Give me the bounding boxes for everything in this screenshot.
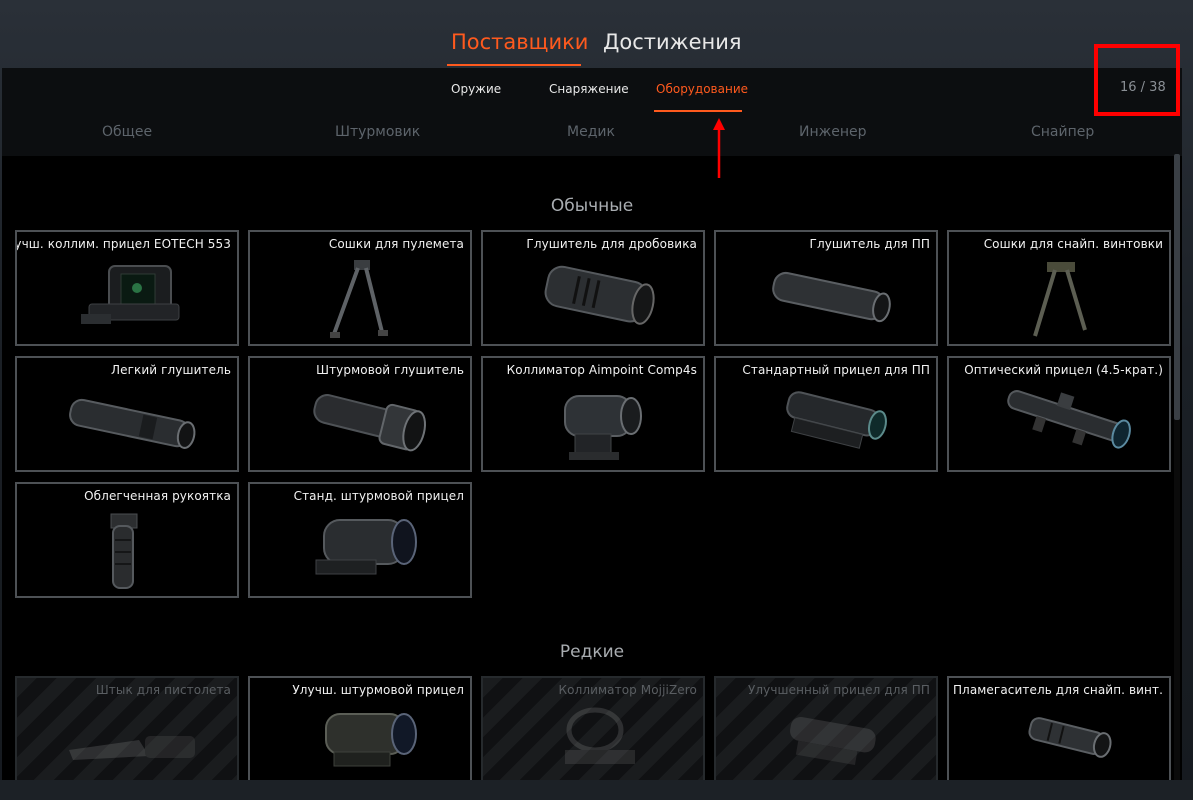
item-card-locked[interactable]: Штык для пистолета (15, 676, 239, 780)
item-card-locked[interactable]: Коллиматор MojjiZero (481, 676, 705, 780)
sub-navigation: Оружие Снаряжение Оборудование Общее Шту… (2, 68, 1182, 156)
item-label: Улучш. штурмовой прицел (292, 683, 464, 697)
bayonet-icon (69, 736, 195, 760)
item-label: Пламегаситель для снайп. винт. (952, 683, 1163, 697)
class-tab-rifleman[interactable]: Штурмовик (335, 124, 420, 140)
item-label: Стандартный прицел для ПП (742, 363, 930, 377)
red-dot-sight-icon (564, 395, 642, 460)
item-label: Станд. штурмовой прицел (293, 489, 464, 503)
item-label: Глушитель для дробовика (526, 237, 697, 251)
item-card[interactable]: Коллиматор Aimpoint Comp4s (481, 356, 705, 472)
item-card[interactable]: Улучш. коллим. прицел EOTECH 553 (15, 230, 239, 346)
item-label: Сошки для снайп. винтовки (983, 237, 1163, 251)
item-card[interactable]: Станд. штурмовой прицел (248, 482, 472, 598)
item-label: Глушитель для ПП (809, 237, 930, 251)
item-label: Штурмовой глушитель (316, 363, 464, 377)
subtab-gear[interactable]: Снаряжение (549, 82, 629, 96)
smg-scope-icon (786, 391, 887, 449)
annotation-arrow-icon (713, 118, 725, 178)
foregrip-icon (110, 513, 138, 589)
item-label: Оптический прицел (4.5-крат.) (964, 363, 1163, 377)
item-card[interactable]: Легкий глушитель (15, 356, 239, 472)
flash-hider-icon (1028, 717, 1112, 758)
tab-achievements[interactable]: Достижения (603, 28, 742, 56)
holo-sight-icon (81, 265, 180, 324)
item-card[interactable]: Оптический прицел (4.5-крат.) (947, 356, 1171, 472)
item-card-locked[interactable]: Улучшенный прицел для ПП (714, 676, 938, 780)
item-card[interactable]: Сошки для пулемета (248, 230, 472, 346)
item-card[interactable]: Штурмовой глушитель (248, 356, 472, 472)
class-tab-engineer[interactable]: Инженер (799, 124, 867, 140)
item-label: Улучшенный прицел для ПП (747, 683, 930, 697)
progress-counter: 16 / 38 (1120, 80, 1166, 95)
active-tab-underline (447, 64, 581, 66)
scrollbar-thumb[interactable] (1174, 154, 1180, 420)
sniper-bipod-icon (1033, 262, 1087, 337)
bipod-icon (330, 260, 388, 338)
section-title-rare: Редкие (559, 642, 625, 662)
tab-suppliers[interactable]: Поставщики (451, 28, 588, 56)
assault-suppressor-icon (313, 394, 426, 452)
item-card[interactable]: Облегченная рукоятка (15, 482, 239, 598)
item-card[interactable]: Сошки для снайп. винтовки (947, 230, 1171, 346)
subtab-equipment[interactable]: Оборудование (656, 82, 748, 96)
item-label: Сошки для пулемета (328, 237, 464, 251)
item-card[interactable]: Глушитель для ПП (714, 230, 938, 346)
class-tab-medic[interactable]: Медик (567, 124, 615, 140)
assault-scope-icon (315, 519, 417, 575)
light-suppressor-icon (69, 398, 196, 449)
item-label: Коллиматор MojjiZero (558, 683, 697, 697)
main-panel: Оружие Снаряжение Оборудование Общее Шту… (2, 68, 1182, 780)
item-card[interactable]: Стандартный прицел для ПП (714, 356, 938, 472)
item-label: Штык для пистолета (95, 683, 231, 697)
advanced-smg-scope-icon (790, 716, 876, 765)
collimator-icon (565, 707, 635, 764)
item-label: Облегченная рукоятка (84, 489, 231, 503)
subtab-weapons[interactable]: Оружие (451, 82, 501, 96)
smg-suppressor-icon (772, 271, 891, 323)
bottom-strip (0, 780, 1193, 800)
item-label: Коллиматор Aimpoint Comp4s (506, 363, 697, 377)
shotgun-suppressor-icon (544, 265, 655, 325)
class-tab-general[interactable]: Общее (102, 124, 152, 140)
item-label: Легкий глушитель (111, 363, 231, 377)
top-tabs: Поставщики Достижения (0, 18, 1180, 68)
item-card[interactable]: Пламегаситель для снайп. винт. (947, 676, 1171, 780)
item-label: Улучш. коллим. прицел EOTECH 553 (15, 237, 231, 251)
item-card[interactable]: Улучш. штурмовой прицел (248, 676, 472, 780)
advanced-assault-scope-icon (325, 713, 417, 767)
subtab-underline (654, 110, 742, 112)
item-card[interactable]: Глушитель для дробовика (481, 230, 705, 346)
rifle-scope-icon (1007, 390, 1131, 449)
class-tab-sniper[interactable]: Снайпер (1031, 124, 1094, 140)
section-title-common: Обычные (550, 196, 634, 216)
